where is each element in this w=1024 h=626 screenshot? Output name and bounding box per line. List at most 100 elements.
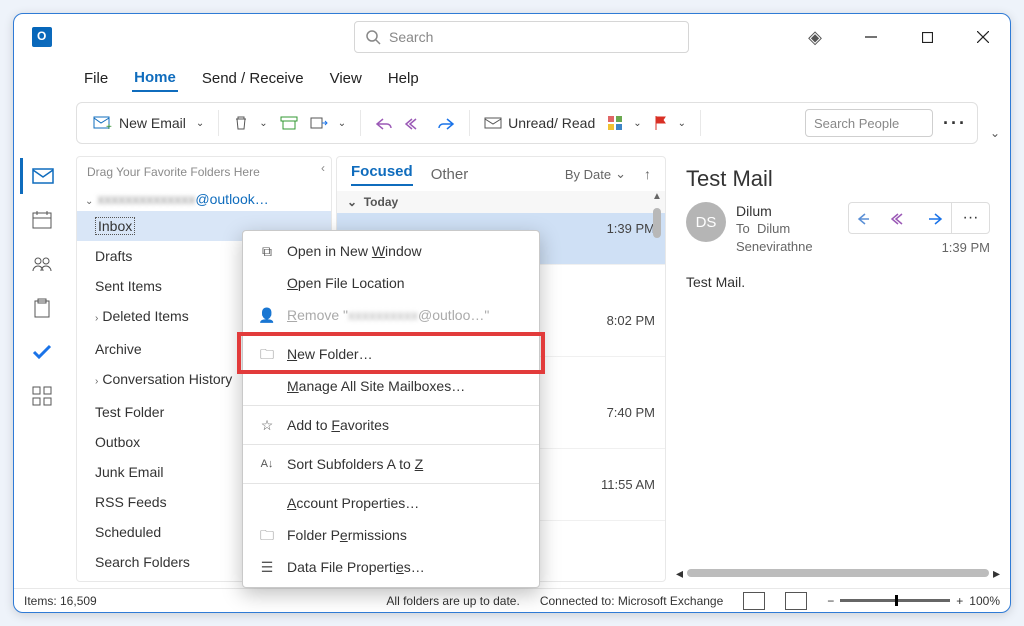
sort-az-icon: A↓ <box>257 454 277 474</box>
unread-read-button[interactable]: Unread/ Read <box>478 112 601 134</box>
folder-label: Deleted Items <box>102 308 188 324</box>
ctx-account-properties[interactable]: Account Properties… <box>243 487 539 519</box>
msg-reply-all-button[interactable] <box>883 203 917 233</box>
zoom-slider[interactable] <box>840 599 950 602</box>
message-header: DS Dilum To Dilum Senevirathne ··· 1:39 … <box>686 202 990 256</box>
menu-send-receive[interactable]: Send / Receive <box>200 66 306 91</box>
message-body: Test Mail. <box>686 274 990 290</box>
app-rail <box>14 150 70 588</box>
list-scrollbar[interactable]: ▲ <box>649 191 665 581</box>
collapse-folderpane-icon[interactable]: ‹ <box>321 161 325 175</box>
tab-focused[interactable]: Focused <box>351 163 413 186</box>
favorites-drop-area[interactable]: Drag Your Favorite Folders Here ‹ <box>77 157 331 187</box>
chevron-down-icon[interactable]: ⌄ <box>259 118 267 129</box>
scroll-left-icon[interactable]: ◂ <box>676 565 683 582</box>
new-email-button[interactable]: + New Email⌄ <box>87 112 210 134</box>
close-button[interactable] <box>968 22 998 52</box>
rail-people[interactable] <box>20 246 64 282</box>
new-email-label: New Email <box>119 115 186 131</box>
msg-reply-button[interactable] <box>849 203 883 233</box>
ribbon-row: + New Email⌄ ⌄ ⌄ Unread/ Read ⌄ ⌄ Search… <box>14 96 1010 150</box>
maximize-button[interactable] <box>912 22 942 52</box>
ctx-folder-permissions[interactable]: 🗀Folder Permissions <box>243 519 539 551</box>
reply-button[interactable] <box>369 113 399 133</box>
group-label: Today <box>364 195 398 209</box>
view-reading-button[interactable] <box>785 592 807 610</box>
categories-button[interactable]: ⌄ <box>601 112 647 134</box>
search-icon <box>365 29 381 45</box>
minimize-button[interactable] <box>856 22 886 52</box>
group-today[interactable]: ⌄ Today <box>337 191 665 213</box>
search-people-input[interactable]: Search People <box>805 109 933 137</box>
status-item-count: Items: 16,509 <box>24 594 97 608</box>
rail-mail[interactable] <box>20 158 64 194</box>
reply-all-button[interactable] <box>399 113 431 133</box>
delete-button[interactable]: ⌄ <box>227 112 273 134</box>
msg-forward-button[interactable] <box>917 203 951 233</box>
scroll-thumb[interactable] <box>687 569 989 577</box>
chevron-down-icon[interactable]: ⌄ <box>338 118 346 129</box>
premium-icon[interactable]: ◈ <box>800 22 830 52</box>
sort-direction-button[interactable]: ↑ <box>644 166 651 182</box>
ctx-label: Open in New <box>287 243 372 259</box>
rail-apps[interactable] <box>20 378 64 414</box>
tab-other[interactable]: Other <box>431 166 469 183</box>
clipboard-icon <box>33 298 51 318</box>
rail-tasks[interactable] <box>20 290 64 326</box>
categories-icon <box>607 115 623 131</box>
flag-button[interactable]: ⌄ <box>648 112 692 134</box>
scroll-right-icon[interactable]: ▸ <box>993 565 1000 582</box>
message-action-toolbar: ··· <box>848 202 990 234</box>
search-people-placeholder: Search People <box>814 116 899 131</box>
ctx-open-file-location[interactable]: Open File Location <box>243 267 539 299</box>
ctx-new-folder[interactable]: 🗀New Folder… <box>243 338 539 370</box>
divider <box>360 110 361 136</box>
reply-all-icon <box>891 211 909 225</box>
status-connection: Connected to: Microsoft Exchange <box>540 594 723 608</box>
zoom-out-button[interactable]: − <box>827 594 834 608</box>
archive-icon <box>280 116 298 130</box>
ctx-datafile-properties[interactable]: ☰Data File Properties… <box>243 551 539 583</box>
account-node[interactable]: ⌄xxxxxxxxxxxxxx@outlook… <box>77 187 331 211</box>
ribbon-collapse-button[interactable]: ⌄ <box>990 126 1000 144</box>
reply-all-icon <box>405 116 425 130</box>
outlook-logo-icon <box>32 27 52 47</box>
chevron-down-icon[interactable]: ⌄ <box>633 118 641 129</box>
msg-more-button[interactable]: ··· <box>951 203 989 233</box>
zoom-in-button[interactable]: + <box>956 594 963 608</box>
ctx-remove: 👤Remove "xxxxxxxxxx@outloo…" <box>243 299 539 331</box>
sort-label: By Date <box>565 167 611 182</box>
menu-home[interactable]: Home <box>132 65 178 92</box>
ribbon: + New Email⌄ ⌄ ⌄ Unread/ Read ⌄ ⌄ Search… <box>76 102 978 144</box>
divider <box>469 110 470 136</box>
rail-todo[interactable] <box>20 334 64 370</box>
zoom-control[interactable]: − + 100% <box>827 594 1000 608</box>
forward-button[interactable] <box>431 113 461 133</box>
divider <box>700 110 701 136</box>
ctx-add-favorites[interactable]: ☆Add to Favorites <box>243 409 539 441</box>
sort-button[interactable]: By Date ⌄ <box>565 166 626 182</box>
envelope-icon <box>484 116 502 130</box>
chevron-down-icon[interactable]: ⌄ <box>196 118 204 129</box>
divider <box>218 110 219 136</box>
rail-calendar[interactable] <box>20 202 64 238</box>
move-button[interactable]: ⌄ <box>304 112 352 134</box>
ctx-open-new-window[interactable]: ⧉Open in New Window <box>243 235 539 267</box>
search-input[interactable]: Search <box>354 21 689 53</box>
ribbon-more-button[interactable]: ··· <box>943 113 967 134</box>
chevron-down-icon: ⌄ <box>85 196 93 207</box>
view-normal-button[interactable] <box>743 592 765 610</box>
menu-help[interactable]: Help <box>386 66 421 91</box>
ctx-sort-subfolders[interactable]: A↓Sort Subfolders A to Z <box>243 448 539 480</box>
reading-hscroll[interactable]: ◂ ▸ <box>672 566 1004 580</box>
chevron-down-icon[interactable]: ⌄ <box>678 118 686 129</box>
chevron-right-icon: › <box>95 313 98 324</box>
menu-file[interactable]: File <box>82 66 110 91</box>
scroll-thumb[interactable] <box>653 208 661 238</box>
menu-view[interactable]: View <box>328 66 364 91</box>
folder-icon: 🗀 <box>257 344 277 364</box>
new-window-icon: ⧉ <box>257 241 277 261</box>
ctx-manage-site-mailboxes[interactable]: Manage All Site Mailboxes… <box>243 370 539 402</box>
scroll-up-icon[interactable]: ▲ <box>652 191 662 202</box>
archive-button[interactable] <box>274 113 304 133</box>
